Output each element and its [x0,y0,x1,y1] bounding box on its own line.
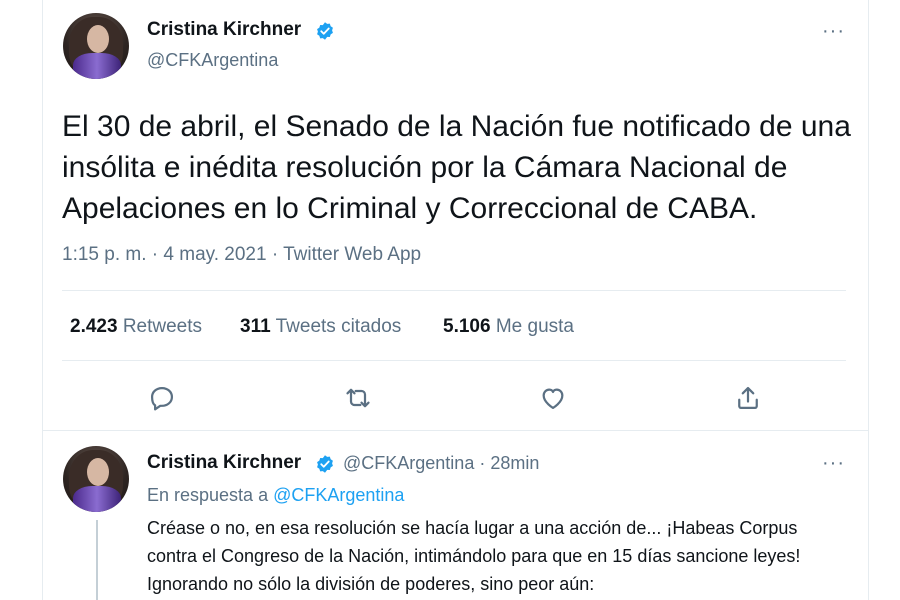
column-border-right [868,0,869,600]
divider [62,360,846,361]
thread-line [96,520,98,600]
retweet-button[interactable] [340,380,376,416]
tweet-date[interactable]: 4 may. 2021 [163,244,266,265]
verified-badge-icon [317,455,333,473]
divider [62,290,846,291]
reply-more-options-icon[interactable]: ··· [822,452,845,475]
like-button[interactable] [535,380,571,416]
reply-author-name[interactable]: Cristina Kirchner [147,452,301,474]
in-reply-prefix: En respuesta a [147,485,269,505]
author-handle[interactable]: @CFKArgentina [147,50,278,71]
share-button[interactable] [730,380,766,416]
quotes-stat[interactable]: 311 Tweets citados [240,316,401,338]
retweet-icon [346,388,370,408]
verified-badge-icon [317,22,333,40]
in-reply-to: En respuesta a @CFKArgentina [147,485,404,506]
column-border-left [42,0,43,600]
likes-stat[interactable]: 5.106 Me gusta [443,316,574,338]
retweets-stat[interactable]: 2.423 Retweets [70,316,202,338]
quotes-label: Tweets citados [275,316,402,337]
tweet-separator [43,430,868,431]
avatar[interactable] [63,13,129,79]
meta-separator: · [151,244,159,265]
tweet-source[interactable]: Twitter Web App [283,244,421,265]
tweet-text: El 30 de abril, el Senado de la Nación f… [62,110,851,225]
likes-label: Me gusta [495,316,574,337]
reply-author-handle[interactable]: @CFKArgentina [343,453,474,473]
in-reply-handle-link[interactable]: @CFKArgentina [273,485,404,505]
reply-icon [150,386,174,411]
retweets-count: 2.423 [70,316,118,337]
more-options-icon[interactable]: ··· [822,20,845,43]
reply-button[interactable] [144,380,180,416]
author-name[interactable]: Cristina Kirchner [147,19,301,41]
heart-icon [542,388,564,410]
tweet-time[interactable]: 1:15 p. m. [62,244,147,265]
reply-tweet-text: Créase o no, en esa resolución se hacía … [147,518,801,594]
meta-separator: · [271,244,279,265]
likes-count: 5.106 [443,316,491,337]
reply-header-meta: @CFKArgentina · 28min [343,453,539,474]
reply-avatar[interactable] [63,446,129,512]
retweets-label: Retweets [122,316,203,337]
reply-time[interactable]: 28min [490,453,539,473]
meta-separator: · [479,453,486,473]
share-icon [738,386,758,410]
tweet-metadata: 1:15 p. m. · 4 may. 2021 · Twitter Web A… [62,244,421,266]
quotes-count: 311 [240,316,271,337]
